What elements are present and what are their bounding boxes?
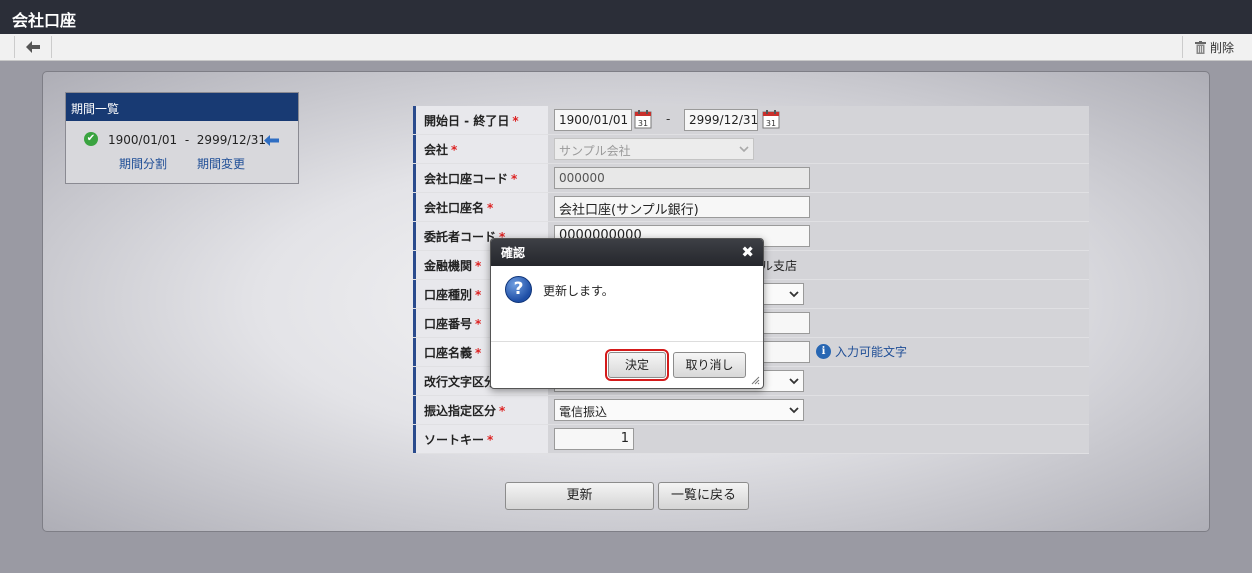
row-sort-key: ソートキー * 1 xyxy=(413,425,1089,454)
confirm-dialog: 確認 ✖ ? 更新します。 決定 取り消し xyxy=(490,238,764,389)
svg-text:31: 31 xyxy=(638,119,648,128)
bank-value: ル支店 xyxy=(761,259,798,273)
calendar-icon[interactable]: 31 xyxy=(762,110,780,129)
toolbar: 削除 xyxy=(0,34,1252,61)
question-icon: ? xyxy=(505,276,532,303)
back-to-list-button[interactable]: 一覧に戻る xyxy=(658,482,749,510)
period-links: 期間分割 期間変更 xyxy=(66,151,298,175)
label-transfer-type: 振込指定区分 * xyxy=(413,396,548,424)
period-list: 期間一覧 ✔ 1900/01/01 - 2999/12/31 期間分割 期間変更 xyxy=(65,92,299,184)
period-split-link[interactable]: 期間分割 xyxy=(119,155,167,172)
label-period: 開始日 - 終了日 * xyxy=(413,106,548,134)
label-account-name: 会社口座名 * xyxy=(413,193,548,221)
current-period-arrow-icon xyxy=(264,135,279,146)
confirm-cancel-button[interactable]: 取り消し xyxy=(673,352,746,378)
window-titlebar: 会社口座 xyxy=(0,0,1252,34)
account-name-input[interactable]: 会社口座(サンプル銀行) xyxy=(554,196,810,218)
period-change-link[interactable]: 期間変更 xyxy=(197,155,245,172)
sort-key-input[interactable]: 1 xyxy=(554,428,634,450)
chevron-down-icon xyxy=(789,378,799,385)
period-list-header: 期間一覧 xyxy=(66,93,298,121)
account-code-input[interactable]: 000000 xyxy=(554,167,810,189)
company-select[interactable]: サンプル会社 xyxy=(554,138,754,160)
period-entry[interactable]: ✔ 1900/01/01 - 2999/12/31 xyxy=(66,121,298,151)
chevron-down-icon xyxy=(789,407,799,414)
back-button[interactable] xyxy=(14,36,52,58)
transfer-type-select[interactable]: 電信振込 xyxy=(554,399,804,421)
allowed-chars-link[interactable]: i 入力可能文字 xyxy=(816,343,907,360)
info-icon: i xyxy=(816,344,831,359)
label-sort-key: ソートキー * xyxy=(413,425,548,453)
chevron-down-icon xyxy=(739,146,749,153)
row-period: 開始日 - 終了日 * 1900/01/01 31 - 2999/12/31 31 xyxy=(413,106,1089,135)
delete-button[interactable]: 削除 xyxy=(1181,36,1242,58)
row-account-code: 会社口座コード * 000000 xyxy=(413,164,1089,193)
svg-text:31: 31 xyxy=(766,119,776,128)
dialog-body: ? 更新します。 xyxy=(491,266,763,342)
arrow-left-icon xyxy=(26,41,40,53)
label-account-code: 会社口座コード * xyxy=(413,164,548,192)
delete-label: 削除 xyxy=(1209,40,1234,55)
dialog-header: 確認 ✖ xyxy=(491,239,763,266)
period-separator: - xyxy=(666,112,671,126)
dialog-footer: 決定 取り消し xyxy=(491,342,763,388)
end-date-input[interactable]: 2999/12/31 xyxy=(684,109,758,131)
row-account-name: 会社口座名 * 会社口座(サンプル銀行) xyxy=(413,193,1089,222)
dialog-message: 更新します。 xyxy=(543,284,614,298)
calendar-icon[interactable]: 31 xyxy=(634,110,652,129)
resize-grip-icon[interactable] xyxy=(751,376,760,385)
label-company: 会社 * xyxy=(413,135,548,163)
row-company: 会社 * サンプル会社 xyxy=(413,135,1089,164)
period-entry-range: 1900/01/01 - 2999/12/31 xyxy=(108,133,266,147)
page-title: 会社口座 xyxy=(12,11,77,30)
row-transfer-type: 振込指定区分 * 電信振込 xyxy=(413,396,1089,425)
start-date-input[interactable]: 1900/01/01 xyxy=(554,109,632,131)
check-icon: ✔ xyxy=(84,132,98,146)
close-icon[interactable]: ✖ xyxy=(741,243,754,261)
dialog-title: 確認 xyxy=(501,246,526,260)
update-button[interactable]: 更新 xyxy=(505,482,654,510)
trash-icon xyxy=(1194,40,1206,54)
chevron-down-icon xyxy=(789,291,799,298)
confirm-ok-button[interactable]: 決定 xyxy=(605,349,669,381)
